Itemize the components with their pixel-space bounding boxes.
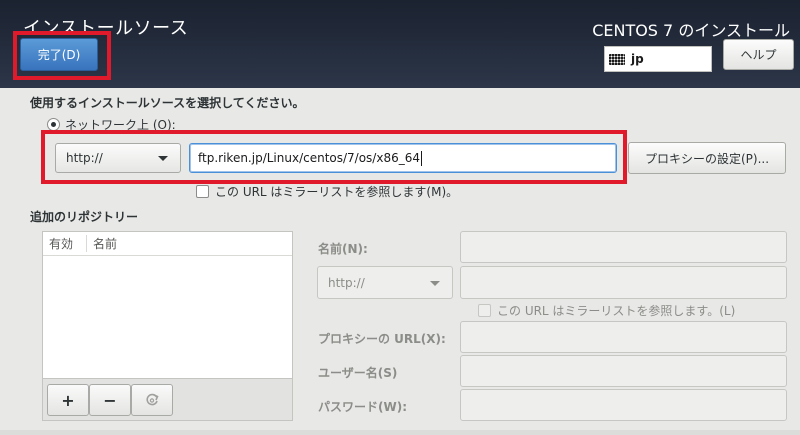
checkbox-icon: [196, 185, 209, 198]
column-header-name[interactable]: 名前: [87, 235, 117, 252]
repo-name-input[interactable]: [460, 231, 787, 263]
proxy-settings-button[interactable]: プロキシーの設定(P)...: [628, 142, 786, 174]
protocol-select[interactable]: http://: [55, 143, 181, 173]
repo-protocol-value: http://: [328, 275, 365, 290]
mirror-checkbox[interactable]: この URL はミラーリストを参照します(M)。: [196, 183, 458, 200]
repo-section-label: 追加のリポジトリー: [30, 210, 139, 224]
repo-toolbar: + −: [42, 379, 293, 421]
keyboard-icon: [609, 53, 625, 65]
username-label: ユーザー名(S): [318, 366, 398, 380]
text-caret: [421, 150, 422, 166]
header-bar: インストールソース CENTOS 7 のインストール 完了(D) jp ヘルプ: [0, 0, 800, 88]
column-header-enabled[interactable]: 有効: [43, 235, 87, 252]
url-input[interactable]: ftp.riken.jp/Linux/centos/7/os/x86_64: [189, 143, 617, 173]
repo-list-header: 有効 名前: [43, 232, 292, 256]
source-section-label: 使用するインストールソースを選択してください。: [30, 96, 305, 110]
repo-mirror-checkbox[interactable]: この URL はミラーリストを参照します。(L): [478, 302, 735, 319]
username-input[interactable]: [460, 355, 787, 387]
refresh-repo-button[interactable]: [131, 384, 173, 416]
proxy-url-input[interactable]: [460, 321, 787, 353]
chevron-down-icon: [430, 280, 440, 286]
refresh-icon: [146, 393, 159, 406]
mirror-checkbox-label: この URL はミラーリストを参照します(M)。: [215, 185, 459, 199]
product-title: CENTOS 7 のインストール: [592, 21, 790, 40]
bottom-edge: [0, 430, 800, 435]
remove-repo-button[interactable]: −: [89, 384, 131, 416]
password-input[interactable]: [460, 389, 787, 421]
repo-list[interactable]: 有効 名前: [42, 231, 293, 379]
repo-url-input[interactable]: [460, 266, 787, 299]
add-repo-button[interactable]: +: [47, 384, 89, 416]
help-button[interactable]: ヘルプ: [723, 39, 794, 70]
keyboard-layout-indicator[interactable]: jp: [604, 46, 712, 72]
password-label: パスワード(W):: [318, 400, 408, 414]
keyboard-layout-label: jp: [631, 52, 644, 66]
checkbox-icon: [478, 304, 491, 317]
url-input-value: ftp.riken.jp/Linux/centos/7/os/x86_64: [198, 151, 420, 165]
chevron-down-icon: [158, 156, 168, 161]
repo-name-label: 名前(N):: [318, 242, 368, 256]
protocol-select-value: http://: [66, 151, 103, 165]
repo-mirror-checkbox-label: この URL はミラーリストを参照します。(L): [497, 304, 736, 318]
done-button-highlight: [13, 31, 111, 80]
proxy-url-label: プロキシーの URL(X):: [318, 332, 446, 346]
repo-protocol-select[interactable]: http://: [317, 266, 453, 299]
